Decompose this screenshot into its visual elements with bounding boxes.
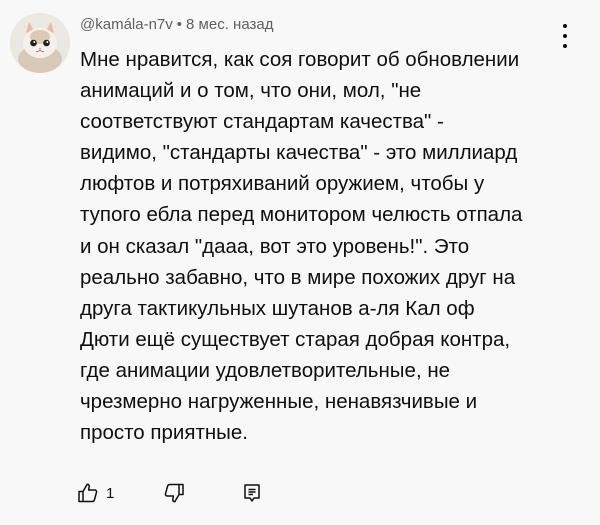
like-button[interactable]: 1: [76, 478, 114, 508]
comment-text: Мне нравится, как соя говорит об обновле…: [80, 44, 570, 448]
comment-text-line: анимаций и о том, что они, мол, "не: [80, 79, 422, 103]
kitten-avatar-image: [10, 13, 70, 73]
comment-text-line: реально забавно, что в мире похожих друг…: [80, 265, 516, 289]
like-count: 1: [106, 484, 115, 502]
comment-timestamp[interactable]: 8 мес. назад: [186, 16, 273, 33]
comment-text-line: просто приятные.: [80, 421, 249, 445]
header-separator: •: [176, 16, 183, 33]
comment-text-line: люфтов и потряхиваний оружием, чтобы у: [80, 172, 485, 196]
author-name[interactable]: @kamála-n7v: [80, 16, 173, 33]
comment-header: @kamála-n7v • 8 мес. назад: [80, 16, 273, 33]
comment-text-line: Дюти ещё существует старая добрая контра…: [80, 327, 511, 351]
thumbs-up-icon: [78, 483, 98, 503]
reply-icon: [244, 484, 260, 502]
dislike-button[interactable]: [162, 478, 186, 508]
vertical-ellipsis-icon: [563, 24, 567, 28]
avatar[interactable]: [10, 13, 70, 73]
comment-text-line: друга тактикульных шутанов а-ля Кал оф: [80, 296, 475, 320]
comment-text-line: тупого ебла перед монитором челюсть отпа…: [80, 203, 523, 227]
comment-text-line: видимо, "стандарты качества" - это милли…: [80, 141, 518, 165]
comment-actions: 1: [0, 478, 600, 510]
comment-text-line: где анимации удовлетворительные, не: [80, 358, 451, 382]
thumbs-down-icon: [164, 483, 184, 503]
vertical-ellipsis-icon-dot: [563, 34, 567, 38]
comment: @kamála-n7v • 8 мес. назад Мне нравится, к…: [0, 0, 600, 525]
comment-text-line: и он сказал "дааа, вот это уровень!". Эт…: [80, 234, 470, 258]
comment-text-line: Мне нравится, как соя говорит об обновле…: [80, 48, 520, 71]
comment-text-line: соответствуют стандартам качества" -: [80, 110, 444, 134]
comment-text-line: чрезмерно нагруженные, ненавязчивые и: [80, 390, 478, 414]
reply-button[interactable]: [240, 478, 264, 508]
